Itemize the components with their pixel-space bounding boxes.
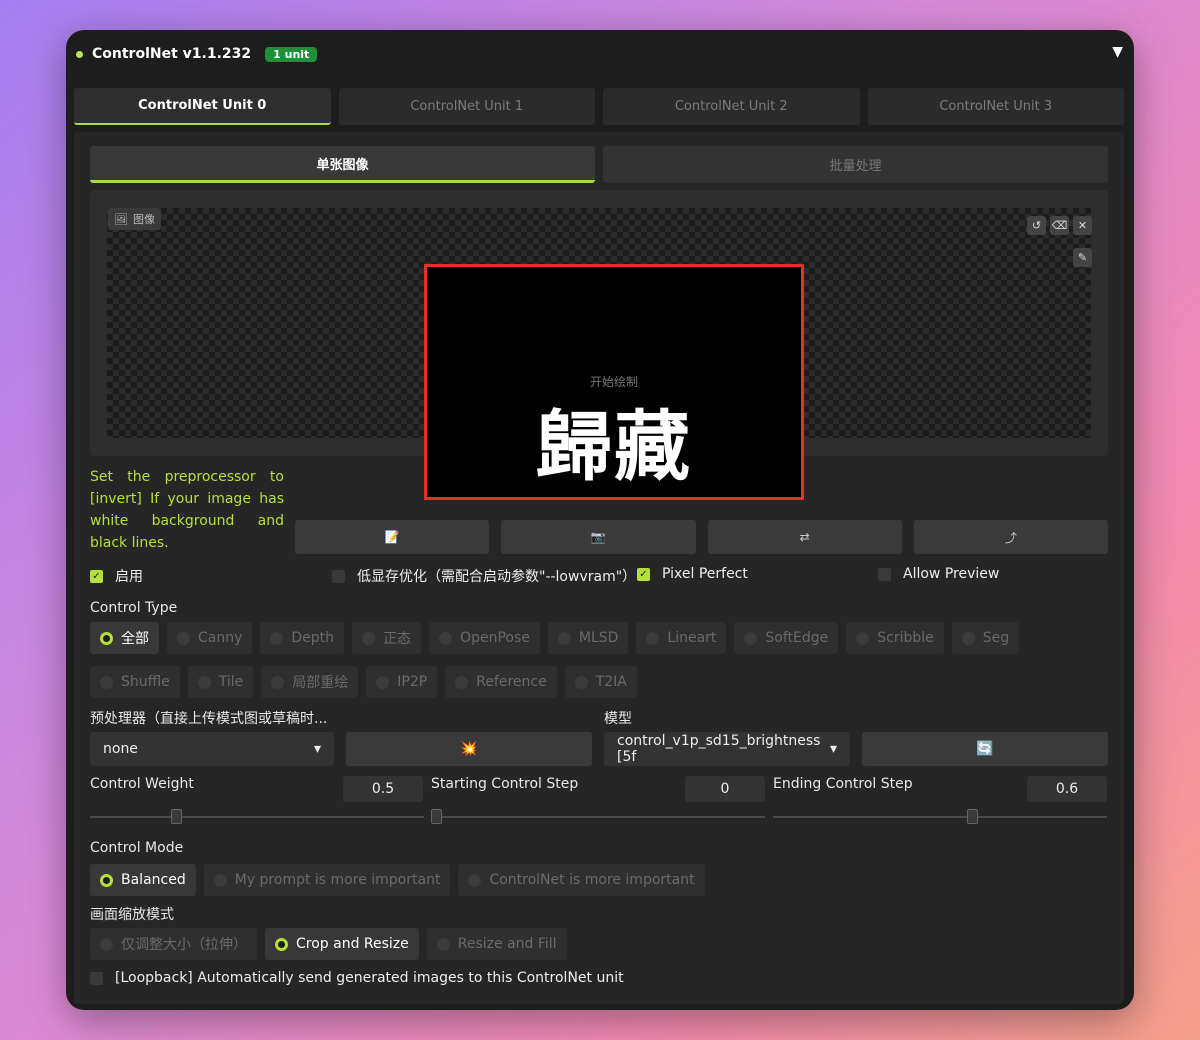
enable-label: 启用 bbox=[115, 569, 143, 585]
brush-icon[interactable]: ✎ bbox=[1073, 248, 1092, 267]
radio-balanced[interactable]: Balanced bbox=[90, 864, 196, 896]
refresh-models-button[interactable]: 🔄 bbox=[862, 732, 1108, 766]
model-value: control_v1p_sd15_brightness [5f bbox=[617, 733, 821, 765]
model-label: 模型 bbox=[604, 711, 632, 727]
tab-single-image[interactable]: 单张图像 bbox=[90, 146, 595, 183]
model-select[interactable]: control_v1p_sd15_brightness [5f ▾ bbox=[604, 732, 850, 766]
radio-shuffle[interactable]: Shuffle bbox=[90, 666, 180, 698]
close-icon[interactable]: ✕ bbox=[1073, 216, 1092, 235]
uploaded-image[interactable]: 开始绘制 歸藏 bbox=[424, 264, 804, 500]
checkbox-box[interactable] bbox=[90, 971, 103, 985]
radio-reference[interactable]: Reference bbox=[445, 666, 557, 698]
mirror-webcam-button[interactable]: ⇄ bbox=[707, 520, 902, 554]
slider-thumb[interactable] bbox=[170, 809, 182, 824]
panel-title: ControlNet v1.1.232 bbox=[92, 46, 252, 62]
resize-mode-options: 仅调整大小（拉伸） Crop and Resize Resize and Fil… bbox=[90, 928, 567, 960]
radio-softedge[interactable]: SoftEdge bbox=[734, 622, 839, 654]
radio-prompt-important[interactable]: My prompt is more important bbox=[203, 864, 451, 896]
status-dot bbox=[76, 50, 83, 58]
radio-inpaint[interactable]: 局部重绘 bbox=[261, 666, 359, 698]
checkbox-box[interactable] bbox=[878, 567, 891, 581]
chevron-down-icon: ▾ bbox=[313, 741, 321, 757]
preprocessor-value: none bbox=[103, 741, 138, 757]
end-step-slider[interactable] bbox=[773, 809, 1107, 824]
radio-crop-resize[interactable]: Crop and Resize bbox=[265, 928, 419, 960]
tab-unit-2[interactable]: ControlNet Unit 2 bbox=[603, 88, 860, 125]
radio-seg[interactable]: Seg bbox=[951, 622, 1020, 654]
slider-thumb[interactable] bbox=[966, 809, 978, 824]
preprocessor-hint: Set the preprocessor to [invert] If your… bbox=[90, 469, 284, 551]
eraser-icon[interactable]: ⌫ bbox=[1050, 216, 1069, 235]
loopback-checkbox[interactable]: [Loopback] Automatically send generated … bbox=[90, 970, 624, 986]
checkbox-box[interactable]: ✓ bbox=[637, 567, 650, 581]
tab-unit-1[interactable]: ControlNet Unit 1 bbox=[338, 88, 595, 125]
control-mode-label: Control Mode bbox=[90, 840, 184, 856]
tab-batch[interactable]: 批量处理 bbox=[603, 146, 1108, 183]
radio-all[interactable]: 全部 bbox=[90, 622, 159, 654]
radio-normal[interactable]: 正态 bbox=[352, 622, 422, 654]
accordion-header[interactable]: ControlNet v1.1.232 1 unit ▼ bbox=[66, 30, 1134, 78]
radio-tile[interactable]: Tile bbox=[187, 666, 254, 698]
radio-openpose[interactable]: OpenPose bbox=[429, 622, 540, 654]
chevron-down-icon: ▾ bbox=[829, 741, 837, 757]
radio-ip2p[interactable]: IP2P bbox=[366, 666, 438, 698]
controlnet-window: ControlNet v1.1.232 1 unit ▼ ControlNet … bbox=[66, 30, 1134, 1010]
radio-depth[interactable]: Depth bbox=[260, 622, 345, 654]
start-step-label: Starting Control Step bbox=[431, 776, 579, 792]
loopback-label: [Loopback] Automatically send generated … bbox=[115, 970, 624, 986]
control-type-label: Control Type bbox=[90, 600, 178, 616]
image-canvas-area[interactable]: 🖼 图像 开始绘制 歸藏 ↺ ⌫ ✕ ✎ bbox=[90, 190, 1108, 500]
start-step-input[interactable]: 0 bbox=[685, 776, 765, 802]
new-canvas-button[interactable]: 📝 bbox=[295, 520, 490, 554]
radio-canny[interactable]: Canny bbox=[167, 622, 253, 654]
start-step-slider[interactable] bbox=[431, 809, 765, 824]
pixel-perfect-checkbox[interactable]: ✓ Pixel Perfect bbox=[637, 566, 748, 582]
slider-thumb[interactable] bbox=[431, 809, 442, 824]
radio-t2ia[interactable]: T2IA bbox=[564, 666, 637, 698]
webcam-button[interactable]: 📷 bbox=[501, 520, 696, 554]
image-action-bar: 📝 📷 ⇄ ⤴ bbox=[295, 520, 1108, 554]
mode-tabs: 单张图像 批量处理 bbox=[90, 146, 1108, 183]
collapse-triangle-icon[interactable]: ▼ bbox=[1112, 44, 1123, 60]
send-dimensions-button[interactable]: ⤴ bbox=[913, 520, 1108, 554]
control-mode-options: Balanced My prompt is more important Con… bbox=[90, 864, 705, 896]
tab-unit-0[interactable]: ControlNet Unit 0 bbox=[74, 88, 331, 125]
unit-tabs: ControlNet Unit 0 ControlNet Unit 1 Cont… bbox=[74, 88, 1124, 125]
control-type-row2: Shuffle Tile 局部重绘 IP2P Reference T2IA bbox=[90, 666, 637, 698]
radio-mlsd[interactable]: MLSD bbox=[547, 622, 629, 654]
image-icon: 🖼 bbox=[114, 212, 128, 226]
canvas-toolbar: ↺ ⌫ ✕ bbox=[1027, 216, 1092, 235]
lowvram-label: 低显存优化（需配合启动参数"--lowvram"） bbox=[357, 569, 637, 585]
undo-icon[interactable]: ↺ bbox=[1027, 216, 1046, 235]
allow-preview-label: Allow Preview bbox=[903, 566, 1000, 582]
allow-preview-checkbox[interactable]: Allow Preview bbox=[878, 566, 999, 582]
control-weight-input[interactable]: 0.5 bbox=[343, 776, 423, 802]
run-preprocessor-button[interactable]: 💥 bbox=[346, 732, 592, 766]
enable-checkbox[interactable]: ✓ 启用 bbox=[90, 566, 143, 586]
radio-just-resize[interactable]: 仅调整大小（拉伸） bbox=[90, 928, 257, 960]
unit-panel: 单张图像 批量处理 🖼 图像 开始绘制 歸藏 ↺ ⌫ ✕ ✎ Set the p… bbox=[74, 132, 1124, 1004]
radio-scribble[interactable]: Scribble bbox=[846, 622, 944, 654]
pixel-perfect-label: Pixel Perfect bbox=[662, 566, 748, 582]
unit-count-badge: 1 unit bbox=[265, 46, 318, 62]
radio-resize-fill[interactable]: Resize and Fill bbox=[426, 928, 567, 960]
control-weight-label: Control Weight bbox=[90, 776, 194, 792]
resize-mode-label: 画面缩放模式 bbox=[90, 907, 174, 923]
control-weight-slider[interactable] bbox=[90, 809, 424, 824]
checkbox-box[interactable]: ✓ bbox=[90, 569, 103, 583]
control-type-row1: 全部 Canny Depth 正态 OpenPose MLSD Lineart … bbox=[90, 622, 1020, 654]
checkbox-box[interactable] bbox=[332, 569, 345, 583]
image-label: 🖼 图像 bbox=[108, 208, 161, 230]
image-label-text: 图像 bbox=[132, 213, 155, 226]
radio-controlnet-important[interactable]: ControlNet is more important bbox=[458, 864, 705, 896]
refresh-icon: 🔄 bbox=[976, 741, 994, 757]
radio-lineart[interactable]: Lineart bbox=[636, 622, 727, 654]
preprocessor-select[interactable]: none ▾ bbox=[90, 732, 334, 766]
lowvram-checkbox[interactable]: 低显存优化（需配合启动参数"--lowvram"） bbox=[332, 566, 636, 586]
image-content-text: 歸藏 bbox=[536, 402, 692, 491]
tab-unit-3[interactable]: ControlNet Unit 3 bbox=[867, 88, 1124, 125]
preprocessor-label: 预处理器（直接上传模式图或草稿时... bbox=[90, 711, 328, 727]
end-step-label: Ending Control Step bbox=[773, 776, 913, 792]
end-step-input[interactable]: 0.6 bbox=[1027, 776, 1107, 802]
